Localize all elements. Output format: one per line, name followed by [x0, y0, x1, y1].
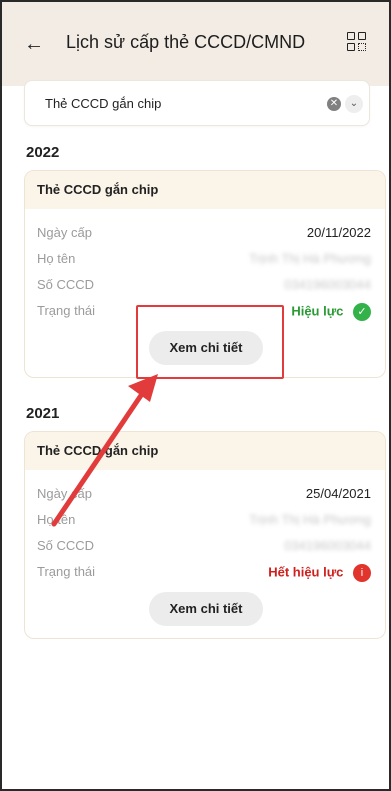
- id-number-label: Số CCCD: [37, 538, 95, 553]
- status-text: Hiệu lực: [291, 303, 344, 319]
- app-header: ← Lịch sử cấp thẻ CCCD/CMND: [2, 2, 389, 86]
- fullname-value: Trịnh Thị Hà Phương: [248, 512, 371, 527]
- qr-code-icon-part: [358, 32, 366, 40]
- info-icon: i: [353, 564, 371, 582]
- issue-date-row: Ngày cấp 20/11/2022: [37, 225, 371, 245]
- issue-date-value: 25/04/2021: [305, 486, 371, 501]
- fullname-row: Họ tên Trịnh Thị Hà Phương: [37, 512, 371, 532]
- status-label: Trạng thái: [37, 303, 96, 318]
- status-value: Hết hiệu lực i: [268, 564, 371, 582]
- chevron-down-icon[interactable]: ⌄: [345, 95, 363, 113]
- back-button[interactable]: ←: [20, 30, 48, 58]
- card-title: Thẻ CCCD gắn chip: [25, 171, 385, 209]
- select-value: Thẻ CCCD gắn chip: [45, 96, 162, 111]
- fullname-label: Họ tên: [37, 251, 76, 266]
- check-circle-icon: ✓: [353, 303, 371, 321]
- status-row: Trạng thái Hết hiệu lực i: [37, 564, 371, 584]
- fullname-row: Họ tên Trịnh Thị Hà Phương: [37, 251, 371, 271]
- year-heading: 2021: [26, 405, 60, 422]
- qr-code-icon-part: [358, 43, 366, 51]
- id-number-row: Số CCCD 034196003044: [37, 277, 371, 297]
- year-heading: 2022: [26, 144, 60, 161]
- card-record: Thẻ CCCD gắn chip Ngày cấp 25/04/2021 Họ…: [24, 431, 386, 639]
- id-number-label: Số CCCD: [37, 277, 95, 292]
- qr-code-button[interactable]: [347, 32, 369, 54]
- status-value: Hiệu lực ✓: [291, 303, 371, 321]
- status-label: Trạng thái: [37, 564, 96, 579]
- id-number-value: 034196003044: [284, 538, 371, 553]
- id-number-value: 034196003044: [284, 277, 371, 292]
- fullname-value: Trịnh Thị Hà Phương: [248, 251, 371, 266]
- issue-date-value: 20/11/2022: [306, 225, 371, 240]
- issue-date-row: Ngày cấp 25/04/2021: [37, 486, 371, 506]
- card-type-select[interactable]: Thẻ CCCD gắn chip ✕ ⌄: [24, 80, 370, 126]
- highlight-box: [136, 305, 284, 379]
- issue-date-label: Ngày cấp: [37, 486, 92, 501]
- clear-icon[interactable]: ✕: [327, 97, 341, 111]
- status-text: Hết hiệu lực: [268, 564, 344, 580]
- qr-code-icon-part: [347, 43, 355, 51]
- fullname-label: Họ tên: [37, 512, 76, 527]
- issue-date-label: Ngày cấp: [37, 225, 92, 240]
- card-title: Thẻ CCCD gắn chip: [25, 432, 385, 470]
- id-number-row: Số CCCD 034196003044: [37, 538, 371, 558]
- view-detail-button[interactable]: Xem chi tiết: [149, 592, 263, 626]
- page-title: Lịch sử cấp thẻ CCCD/CMND: [66, 32, 306, 52]
- qr-code-icon: [347, 32, 355, 40]
- arrow-left-icon: ←: [24, 33, 44, 55]
